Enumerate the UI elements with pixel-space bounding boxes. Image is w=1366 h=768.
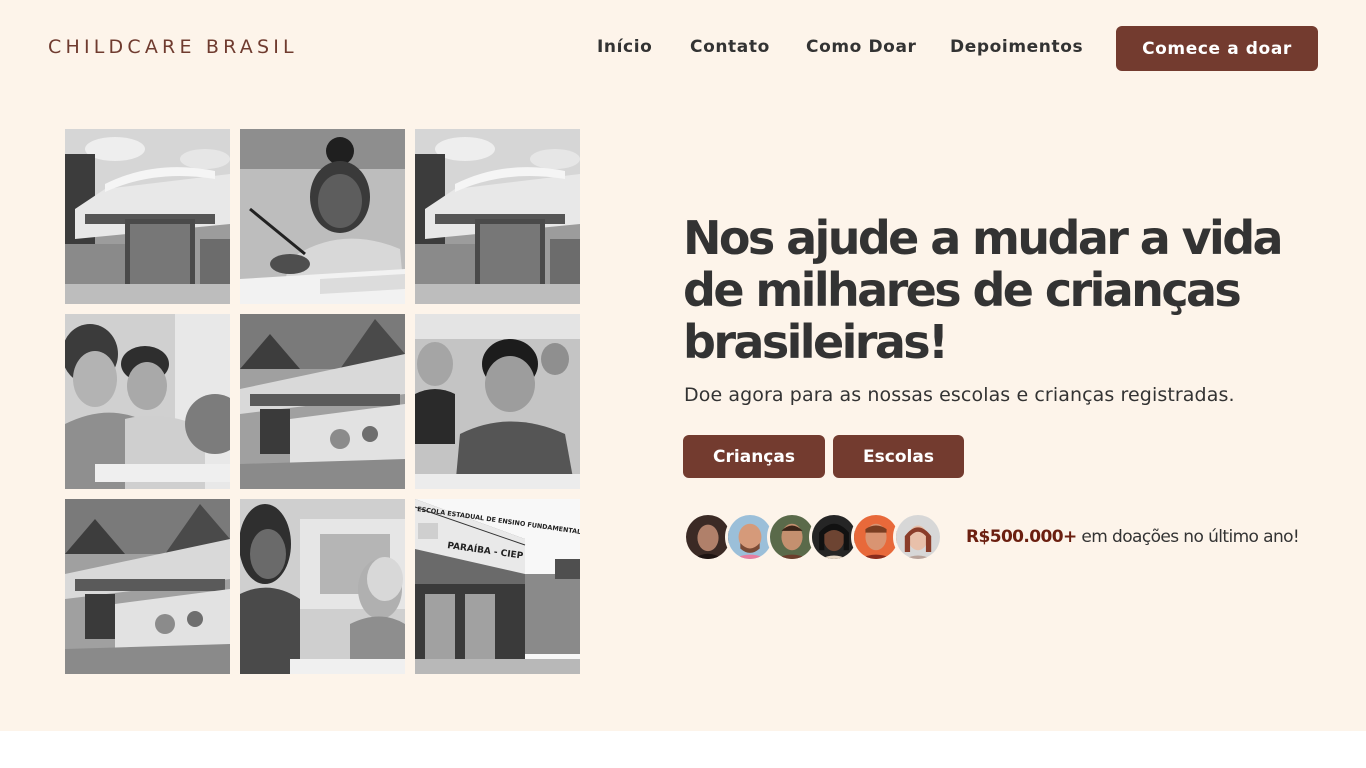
nav-link-como-doar[interactable]: Como Doar <box>806 37 950 57</box>
donor-avatar <box>893 512 943 562</box>
donation-amount: R$500.000+ <box>966 527 1077 547</box>
nav-link-inicio[interactable]: Início <box>597 37 690 57</box>
girl-writing-photo <box>240 129 405 304</box>
site-logo[interactable]: CHILDCARE BRASIL <box>48 36 298 58</box>
hero-section: CHILDCARE BRASIL Início Contato Como Doa… <box>0 0 1366 731</box>
school-with-murals-photo <box>240 314 405 489</box>
children-with-globe-photo <box>65 314 230 489</box>
school-building-photo <box>415 129 580 304</box>
school-with-murals-photo <box>65 499 230 674</box>
schools-button[interactable]: Escolas <box>833 435 964 478</box>
paraiba-ciep-school-photo: ESCOLA ESTADUAL DE ENSINO FUNDAMENTAL PA… <box>415 499 580 674</box>
nav-link-depoimentos[interactable]: Depoimentos <box>950 37 1090 57</box>
boy-in-classroom-photo <box>415 314 580 489</box>
photo-gallery: ESCOLA ESTADUAL DE ENSINO FUNDAMENTAL PA… <box>65 129 580 674</box>
donation-stat-text: em doações no último ano! <box>1076 527 1300 547</box>
children-button[interactable]: Crianças <box>683 435 825 478</box>
hero-headline: Nos ajude a mudar a vida de milhares de … <box>683 211 1284 369</box>
start-donating-button[interactable]: Comece a doar <box>1116 26 1318 71</box>
nav-link-contato[interactable]: Contato <box>690 37 806 57</box>
donation-stat: R$500.000+ em doações no último ano! <box>966 527 1300 547</box>
school-building-photo <box>65 129 230 304</box>
teacher-with-student-photo <box>240 499 405 674</box>
donor-avatars <box>683 512 943 562</box>
hero-buttons: Crianças Escolas <box>683 435 964 478</box>
hero-subtitle: Doe agora para as nossas escolas e crian… <box>684 384 1235 406</box>
main-nav: Início Contato Como Doar Depoimentos <box>597 37 1090 57</box>
